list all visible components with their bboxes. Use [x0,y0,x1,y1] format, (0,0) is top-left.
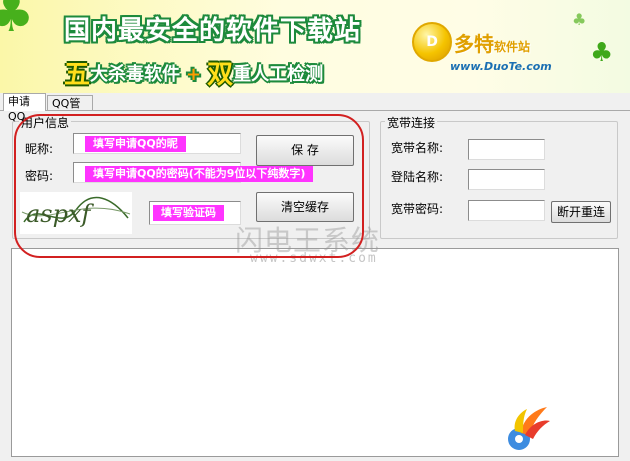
main-panel: 用户信息 昵称: 填写申请QQ的昵 密码: 填写申请QQ的密码(不能为9位以下纯… [0,110,630,461]
broadband-name-label: 宽带名称: [391,141,444,155]
nickname-hint: 填写申请QQ的昵 [85,136,186,152]
captcha-graphic: aspxf [21,196,131,228]
logo-letter: D [426,34,438,50]
tab-qq-manage[interactable]: QQ管理 [47,95,93,125]
login-name-label: 登陆名称: [391,170,444,184]
broadband-password-label: 宽带密码: [391,202,444,216]
save-button[interactable]: 保 存 [256,135,354,166]
password-hint: 填写申请QQ的密码(不能为9位以下纯数字) [85,166,314,182]
user-info-title: 用户信息 [19,114,72,131]
captcha-text: aspxf [26,200,95,228]
tab-bar: 申请QQ QQ管理 [0,93,630,125]
login-name-input[interactable] [468,169,545,190]
banner: ♣ ♣ ♣ 国内最安全的软件下载站 五大杀毒软件 + 双重人工检测 D 多特软件站 … [0,0,630,93]
logo-name-suffix: 软件站 [494,40,531,54]
reconnect-button[interactable]: 断开重连 [551,201,611,223]
broadband-title: 宽带连接 [385,114,438,131]
tab-apply-qq[interactable]: 申请QQ [3,93,46,123]
clover-small-icon: ♣ [572,10,587,29]
logo-name-main: 多特 [454,32,494,56]
broadband-password-input[interactable] [468,200,545,221]
password-label: 密码: [25,169,54,183]
slogan-five: 五 [64,60,91,90]
broadband-group: 宽带连接 宽带名称: 登陆名称: 宽带密码: 断开重连 [380,114,618,239]
captcha-hint: 填写验证码 [153,205,224,221]
captcha-image: aspxf [20,192,132,234]
slogan-antivirus: 大杀毒软件 [90,64,181,85]
watermark-url: www.sdwxt.com [250,251,378,266]
logo-name: 多特软件站 [454,28,530,57]
banner-subslogan: 五大杀毒软件 + 双重人工检测 [64,54,323,91]
slogan-double: 双 [207,60,234,90]
clover-icon: ♣ [0,0,35,44]
duote-logo-icon: D [412,22,452,62]
nickname-label: 昵称: [25,142,54,156]
clear-cache-button[interactable]: 清空缓存 [256,192,354,222]
slogan-plus: + [186,64,202,85]
logo-url: www.DuoTe.com [450,60,552,73]
clover-icon-right: ♣ [590,38,614,68]
banner-slogan: 国内最安全的软件下载站 [64,16,362,46]
slogan-manual-check: 重人工检测 [233,64,324,85]
swirl-logo-icon [508,407,550,450]
broadband-name-input[interactable] [468,139,545,160]
